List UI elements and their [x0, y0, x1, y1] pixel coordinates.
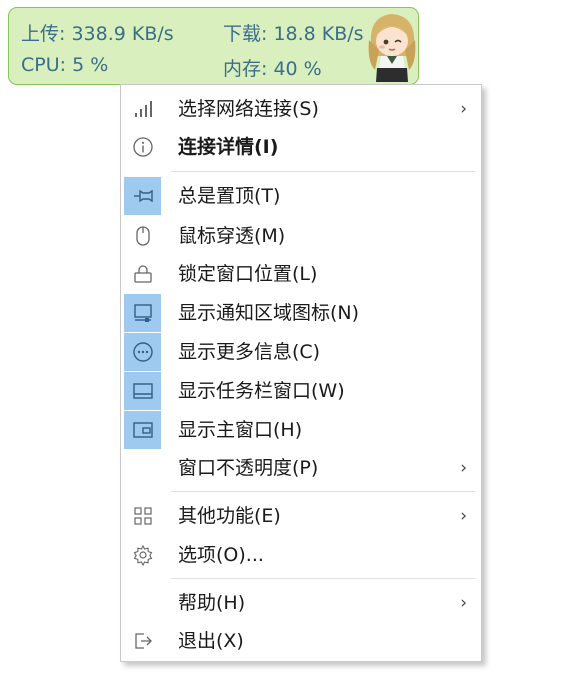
mascot-icon — [368, 14, 416, 82]
menu-item-connection-details[interactable]: 连接详情(I) — [121, 128, 481, 166]
menu-item-lock-window-position[interactable]: 锁定窗口位置(L) — [121, 255, 481, 293]
menu-item-label: 总是置顶(T) — [178, 185, 281, 207]
menu-item-show-taskbar-window[interactable]: 显示任务栏窗口(W) — [121, 372, 481, 410]
submenu-arrow-icon: › — [460, 593, 467, 613]
menu-separator — [171, 171, 475, 172]
menu-item-label: 窗口不透明度(P) — [178, 457, 319, 479]
menu-item-show-notification-icon[interactable]: 显示通知区域图标(N) — [121, 294, 481, 332]
menu-item-label: 锁定窗口位置(L) — [178, 263, 318, 285]
menu-separator — [171, 578, 475, 579]
info-icon — [124, 128, 161, 166]
upload-speed: 上传: 338.9 KB/s — [21, 23, 174, 45]
menu-item-label: 其他功能(E) — [178, 505, 281, 527]
menu-item-label: 显示通知区域图标(N) — [178, 302, 360, 324]
gear-icon — [124, 536, 161, 574]
menu-item-show-main-window[interactable]: 显示主窗口(H) — [121, 411, 481, 449]
menu-item-options[interactable]: 选项(O)... — [121, 536, 481, 574]
menu-item-label: 鼠标穿透(M) — [178, 225, 286, 247]
menu-separator — [171, 491, 475, 492]
main-window-icon — [124, 411, 161, 449]
signal-bars-icon — [124, 90, 161, 128]
menu-item-label: 显示主窗口(H) — [178, 419, 303, 441]
menu-item-select-network[interactable]: 选择网络连接(S) › — [121, 90, 481, 128]
menu-item-help[interactable]: 帮助(H) › — [121, 584, 481, 622]
exit-icon — [124, 622, 161, 660]
taskbar-window-icon — [124, 372, 161, 410]
mouse-icon — [124, 217, 161, 255]
submenu-arrow-icon: › — [460, 99, 467, 119]
cpu-usage: CPU: 5 % — [21, 54, 109, 76]
menu-item-label: 退出(X) — [178, 630, 244, 652]
context-menu: 选择网络连接(S) › 连接详情(I) 总是置顶(T) 鼠标穿透(M) 锁定窗口… — [120, 84, 482, 662]
menu-item-show-more-info[interactable]: 显示更多信息(C) — [121, 333, 481, 371]
menu-item-label: 选择网络连接(S) — [178, 98, 319, 120]
mini-monitor-widget[interactable]: 上传: 338.9 KB/s 下载: 18.8 KB/s CPU: 5 % 内存… — [8, 7, 419, 85]
menu-item-label: 显示任务栏窗口(W) — [178, 380, 345, 402]
memory-usage: 内存: 40 % — [223, 58, 322, 80]
menu-item-window-opacity[interactable]: 窗口不透明度(P) › — [121, 449, 481, 487]
download-speed: 下载: 18.8 KB/s — [223, 23, 364, 45]
notification-area-icon — [124, 294, 161, 332]
menu-item-other-functions[interactable]: 其他功能(E) › — [121, 497, 481, 535]
menu-item-label: 连接详情(I) — [178, 136, 279, 158]
lock-icon — [124, 255, 161, 293]
pin-icon — [124, 177, 161, 215]
submenu-arrow-icon: › — [460, 458, 467, 478]
grid-icon — [124, 497, 161, 535]
menu-item-label: 选项(O)... — [178, 544, 264, 566]
menu-item-mouse-passthrough[interactable]: 鼠标穿透(M) — [121, 217, 481, 255]
menu-item-exit[interactable]: 退出(X) — [121, 622, 481, 660]
menu-item-always-on-top[interactable]: 总是置顶(T) — [121, 177, 481, 215]
menu-item-label: 帮助(H) — [178, 592, 246, 614]
submenu-arrow-icon: › — [460, 506, 467, 526]
more-info-icon — [124, 333, 161, 371]
menu-item-label: 显示更多信息(C) — [178, 341, 321, 363]
